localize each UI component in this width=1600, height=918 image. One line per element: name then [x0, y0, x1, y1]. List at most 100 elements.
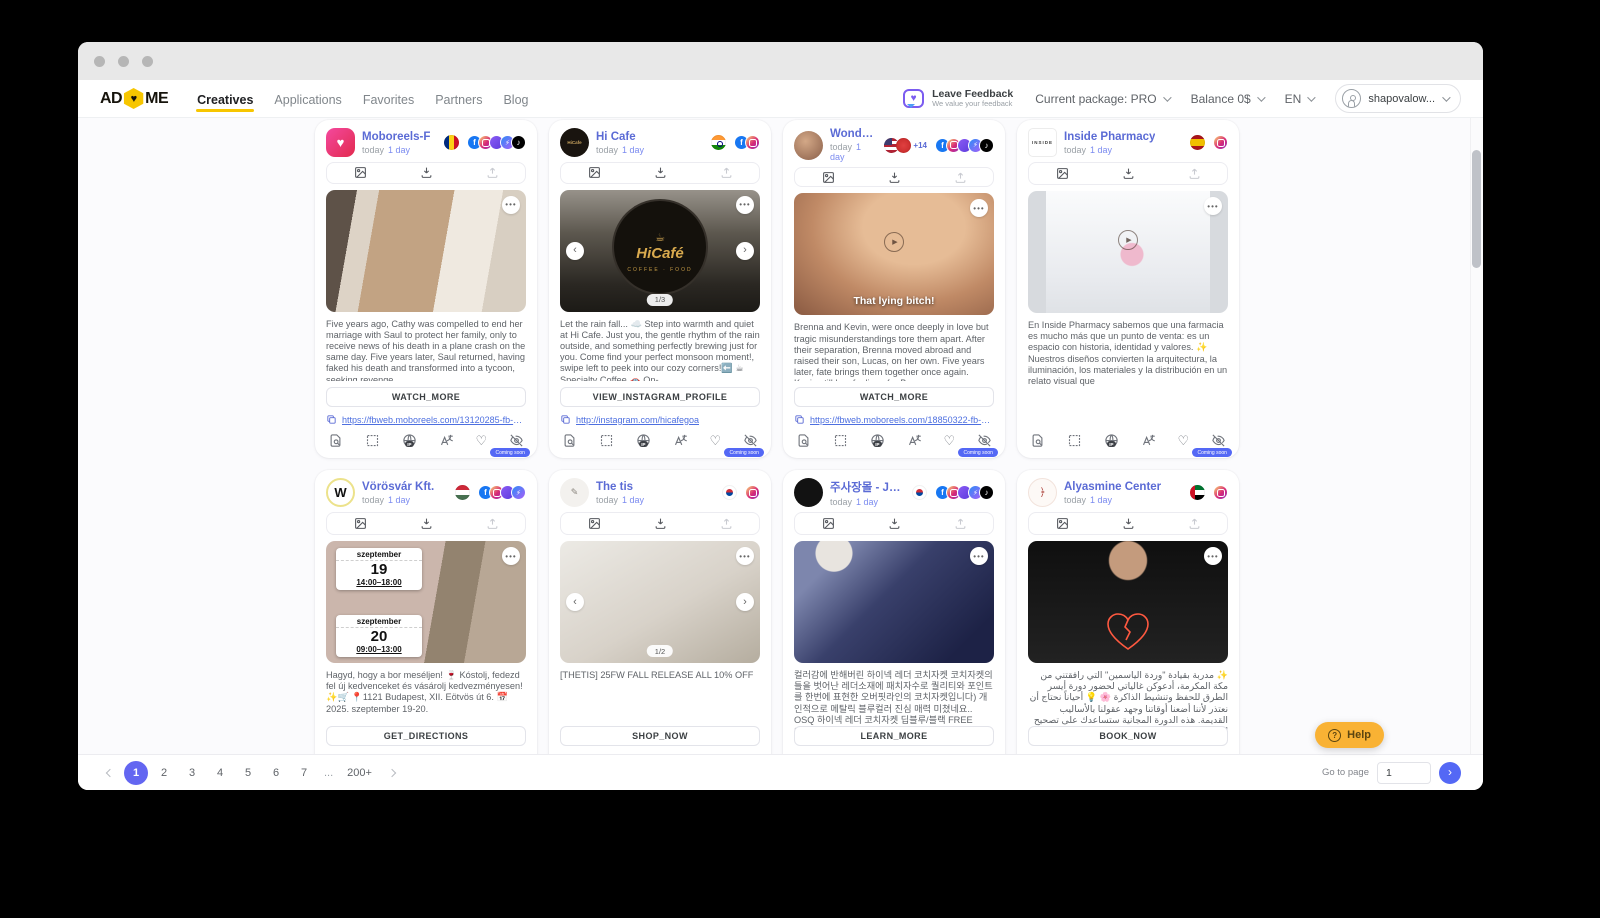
carousel-next-button[interactable]: ›: [736, 593, 754, 611]
copy-link-icon[interactable]: [326, 414, 337, 425]
download-button[interactable]: [1095, 513, 1161, 534]
preview-image-button[interactable]: [561, 513, 627, 534]
more-options-button[interactable]: •••: [502, 547, 520, 565]
download-button[interactable]: [627, 513, 693, 534]
creative-preview-video[interactable]: ••• ▶: [1028, 191, 1228, 313]
download-button[interactable]: [1095, 163, 1161, 184]
cta-button[interactable]: LEARN_MORE: [794, 726, 994, 746]
prev-page-button[interactable]: [100, 761, 120, 785]
hide-icon[interactable]: Coming soon: [1211, 433, 1226, 448]
download-button[interactable]: [393, 513, 459, 534]
more-options-button[interactable]: •••: [970, 199, 988, 217]
creative-preview-video[interactable]: ••• ▶ That lying bitch!: [794, 193, 994, 315]
favorite-icon[interactable]: ♡: [709, 434, 721, 447]
landing-link[interactable]: https://fbweb.moboreels.com/13120285-fb-…: [342, 415, 526, 425]
next-page-button[interactable]: [382, 761, 402, 785]
creative-preview-image[interactable]: ••• ‹ › 1/2: [560, 541, 760, 663]
more-options-button[interactable]: •••: [502, 196, 520, 214]
landing-page-icon[interactable]: [1030, 433, 1045, 448]
preview-image-button[interactable]: [795, 513, 861, 534]
goto-page-button[interactable]: ›: [1439, 762, 1461, 784]
preview-image-button[interactable]: [795, 168, 861, 186]
download-button[interactable]: [627, 163, 693, 183]
page-button[interactable]: 3: [180, 761, 204, 785]
translate-icon[interactable]: [907, 433, 922, 448]
hide-icon[interactable]: Coming soon: [509, 433, 524, 448]
page-button[interactable]: 2: [152, 761, 176, 785]
preview-image-button[interactable]: [1029, 513, 1095, 534]
landing-link[interactable]: http://instagram.com/hicafegoa: [576, 415, 699, 425]
window-titlebar[interactable]: [78, 42, 1483, 80]
page-button[interactable]: 5: [236, 761, 260, 785]
page-button[interactable]: 6: [264, 761, 288, 785]
last-page-button[interactable]: 200+: [341, 761, 378, 785]
carousel-next-button[interactable]: ›: [736, 242, 754, 260]
frames-icon[interactable]: [833, 433, 848, 448]
play-icon[interactable]: ▶: [1118, 230, 1138, 250]
cta-button[interactable]: VIEW_INSTAGRAM_PROFILE: [560, 387, 760, 407]
creative-preview-image[interactable]: •••: [794, 541, 994, 663]
favorite-icon[interactable]: ♡: [475, 434, 487, 447]
hide-icon[interactable]: Coming soon: [743, 433, 758, 448]
preview-image-button[interactable]: [327, 163, 393, 183]
copy-link-icon[interactable]: [794, 414, 805, 425]
translate-icon[interactable]: [673, 433, 688, 448]
window-control-icon[interactable]: [142, 56, 153, 67]
download-button[interactable]: [861, 513, 927, 534]
frames-icon[interactable]: [599, 433, 614, 448]
landing-link[interactable]: https://fbweb.moboreels.com/18850322-fb-…: [810, 415, 994, 425]
download-button[interactable]: [861, 168, 927, 186]
ip-info-icon[interactable]: IP: [870, 433, 885, 448]
user-profile-menu[interactable]: shapovalow...: [1335, 84, 1461, 113]
ip-info-icon[interactable]: IP: [402, 433, 417, 448]
cta-button[interactable]: SHOP_NOW: [560, 726, 760, 746]
cta-button[interactable]: BOOK_NOW: [1028, 726, 1228, 746]
brand-name-link[interactable]: The tis: [596, 481, 644, 493]
cta-button[interactable]: GET_DIRECTIONS: [326, 726, 526, 746]
translate-icon[interactable]: [439, 433, 454, 448]
copy-link-icon[interactable]: [560, 414, 571, 425]
creative-preview-image[interactable]: szeptember 19 14:00–18:00 szeptember 20 …: [326, 541, 526, 663]
more-options-button[interactable]: •••: [736, 196, 754, 214]
translate-icon[interactable]: [1141, 433, 1156, 448]
window-control-icon[interactable]: [118, 56, 129, 67]
language-dropdown[interactable]: EN: [1285, 92, 1314, 106]
brand-name-link[interactable]: Wonderful Story: [830, 128, 877, 140]
page-button[interactable]: 7: [292, 761, 316, 785]
creative-preview-image[interactable]: •••: [326, 190, 526, 312]
nav-applications[interactable]: Applications: [273, 83, 342, 115]
frames-icon[interactable]: [365, 433, 380, 448]
ip-info-icon[interactable]: IP: [1104, 433, 1119, 448]
more-options-button[interactable]: •••: [970, 547, 988, 565]
creative-preview-image[interactable]: HiCafé COFFEE · FOOD ••• ‹ › 1/3: [560, 190, 760, 312]
cta-button[interactable]: WATCH_MORE: [326, 387, 526, 407]
favorite-icon[interactable]: ♡: [943, 434, 955, 447]
nav-blog[interactable]: Blog: [502, 83, 529, 115]
brand-name-link[interactable]: Hi Cafe: [596, 131, 644, 143]
landing-page-icon[interactable]: [562, 433, 577, 448]
brand-name-link[interactable]: Vörösvár Kft.: [362, 481, 434, 493]
brand-name-link[interactable]: Inside Pharmacy: [1064, 131, 1155, 143]
landing-page-icon[interactable]: [328, 433, 343, 448]
nav-partners[interactable]: Partners: [434, 83, 483, 115]
nav-creatives[interactable]: Creatives: [196, 83, 254, 115]
scrollbar-thumb[interactable]: [1472, 150, 1481, 268]
page-button[interactable]: 1: [124, 761, 148, 785]
nav-favorites[interactable]: Favorites: [362, 83, 415, 115]
preview-image-button[interactable]: [327, 513, 393, 534]
balance-dropdown[interactable]: Balance 0$: [1191, 92, 1263, 106]
hide-icon[interactable]: Coming soon: [977, 433, 992, 448]
brand-name-link[interactable]: Alyasmine Center: [1064, 481, 1161, 493]
download-button[interactable]: [393, 163, 459, 183]
brand-name-link[interactable]: 주사장몰 - Joosajangmall: [830, 479, 905, 495]
scrollbar-track[interactable]: [1470, 118, 1483, 754]
play-icon[interactable]: ▶: [884, 232, 904, 252]
preview-image-button[interactable]: [1029, 163, 1095, 184]
ip-info-icon[interactable]: IP: [636, 433, 651, 448]
more-options-button[interactable]: •••: [1204, 197, 1222, 215]
more-options-button[interactable]: •••: [1204, 547, 1222, 565]
creative-preview-image[interactable]: •••: [1028, 541, 1228, 663]
preview-image-button[interactable]: [561, 163, 627, 183]
brand-name-link[interactable]: Moboreels-F: [362, 131, 430, 143]
carousel-prev-button[interactable]: ‹: [566, 242, 584, 260]
